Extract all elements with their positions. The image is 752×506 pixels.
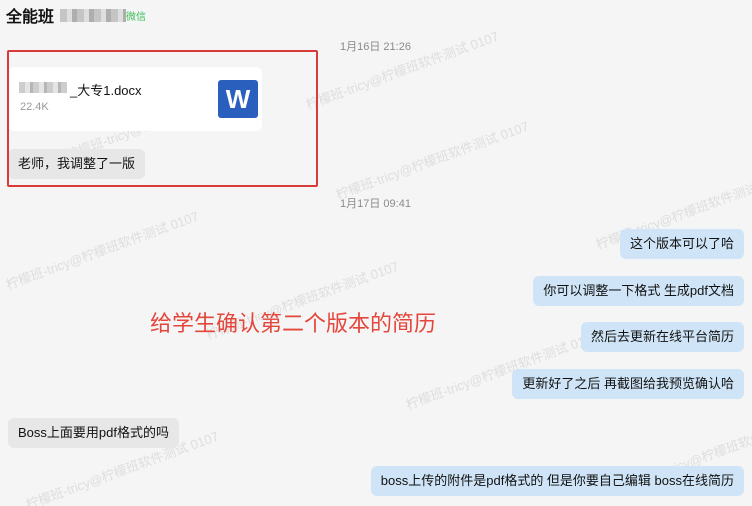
wechat-tag: 微信 bbox=[126, 11, 147, 23]
timestamp: 1月17日 09:41 bbox=[340, 198, 411, 210]
message-bubble[interactable]: 然后去更新在线平台简历 bbox=[580, 322, 744, 352]
watermark: 柠檬班-tricy@柠檬班软件测试 0107 bbox=[333, 118, 531, 203]
chat-header: 全能班 微信 bbox=[0, 0, 752, 30]
message-bubble[interactable]: 你可以调整一下格式 生成pdf文档 bbox=[533, 276, 744, 306]
message-bubble[interactable]: boss上传的附件是pdf格式的 但是你要自己编辑 boss在线简历 bbox=[370, 466, 744, 496]
watermark: 柠檬班-tricy@柠檬班软件测试 0107 bbox=[3, 208, 201, 293]
redacted-name bbox=[60, 8, 127, 22]
highlight-box bbox=[7, 50, 318, 187]
annotation-text: 给学生确认第二个版本的简历 bbox=[150, 312, 437, 337]
chat-title: 全能班 bbox=[6, 9, 55, 26]
message-bubble[interactable]: Boss上面要用pdf格式的吗 bbox=[8, 418, 179, 448]
message-bubble[interactable]: 更新好了之后 再截图给我预览确认哈 bbox=[512, 369, 744, 399]
message-bubble[interactable]: 这个版本可以了哈 bbox=[619, 229, 744, 259]
timestamp: 1月16日 21:26 bbox=[340, 41, 411, 53]
